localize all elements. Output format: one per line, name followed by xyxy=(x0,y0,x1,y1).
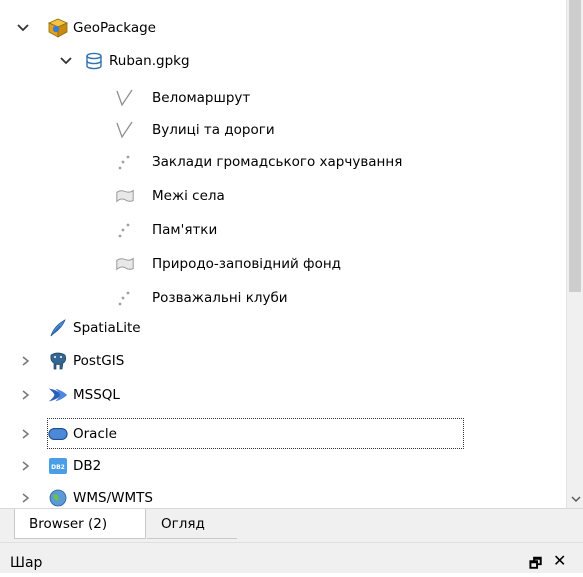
tree-item-layer[interactable]: Межі села xyxy=(0,180,565,212)
tree-item-layer[interactable]: Заклади громадського харчування xyxy=(0,146,565,178)
tree-item-label: Пам'ятки xyxy=(152,222,218,238)
panel-tab-bar: Browser (2) Огляд xyxy=(0,508,583,542)
tree-item-label: GeoPackage xyxy=(73,20,156,36)
scrollbar-thumb[interactable] xyxy=(569,0,581,292)
chevron-right-icon[interactable] xyxy=(16,425,34,443)
tree-item-label: Ruban.gpkg xyxy=(109,53,190,69)
tree-item-layer[interactable]: Природо-заповідний фонд xyxy=(0,248,565,280)
point-layer-icon xyxy=(115,152,135,172)
tree-item-wms-wmts[interactable]: WMS/WMTS xyxy=(0,482,565,508)
chevron-down-icon[interactable] xyxy=(14,19,32,37)
point-layer-icon xyxy=(115,288,135,308)
tree-item-geopackage[interactable]: GeoPackage xyxy=(0,12,565,44)
tree-item-label: Вулиці та дороги xyxy=(152,122,275,138)
tree-item-layer[interactable]: Вулиці та дороги xyxy=(0,114,565,146)
database-icon xyxy=(84,51,104,71)
tree-item-label: PostGIS xyxy=(73,353,125,369)
polygon-layer-icon xyxy=(115,254,135,274)
globe-icon xyxy=(48,488,68,508)
float-window-icon[interactable]: 🗗 xyxy=(529,553,542,577)
db2-icon: DB2 xyxy=(48,456,68,476)
tree-item-postgis[interactable]: PostGIS xyxy=(0,345,565,377)
close-icon[interactable]: ✕ xyxy=(553,551,566,570)
line-layer-icon xyxy=(115,88,135,108)
tree-item-mssql[interactable]: MSSQL xyxy=(0,379,565,411)
tab-overview[interactable]: Огляд xyxy=(147,509,237,539)
tree-item-label: SpatiaLite xyxy=(73,320,141,336)
tree-item-layer[interactable]: Веломаршрут xyxy=(0,82,565,114)
chevron-down-icon[interactable] xyxy=(57,52,75,70)
tree-item-db2[interactable]: DB2 DB2 xyxy=(0,450,565,482)
vertical-scrollbar[interactable] xyxy=(566,0,583,508)
db2-icon-text: DB2 xyxy=(51,464,65,471)
geopackage-icon xyxy=(48,18,68,38)
elephant-icon xyxy=(48,351,68,371)
selection-focus-outline xyxy=(47,418,464,449)
tab-browser[interactable]: Browser (2) xyxy=(14,509,146,539)
chevron-right-icon[interactable] xyxy=(16,386,34,404)
tree-item-label: DB2 xyxy=(73,458,102,474)
chevron-right-icon[interactable] xyxy=(16,457,34,475)
tree-item-label: Розважальні клуби xyxy=(152,290,288,306)
scroll-down-arrow-icon[interactable] xyxy=(567,489,583,508)
polygon-layer-icon xyxy=(115,186,135,206)
tree-item-label: MSSQL xyxy=(73,387,120,403)
dock-title: Шар xyxy=(10,555,43,571)
tree-item-ruban-gpkg[interactable]: Ruban.gpkg xyxy=(0,45,565,77)
feather-icon xyxy=(48,318,68,338)
layer-dock-header: Шар 🗗 ✕ xyxy=(0,542,583,573)
mssql-icon xyxy=(48,385,68,405)
chevron-right-icon[interactable] xyxy=(16,489,34,507)
tree-item-layer[interactable]: Пам'ятки xyxy=(0,214,565,246)
point-layer-icon xyxy=(115,220,135,240)
tree-item-layer[interactable]: Розважальні клуби xyxy=(0,282,565,314)
line-layer-icon xyxy=(115,120,135,140)
tree-item-spatialite[interactable]: SpatiaLite xyxy=(0,312,565,344)
tree-item-label: Межі села xyxy=(152,188,225,204)
chevron-right-icon[interactable] xyxy=(16,352,34,370)
tree-item-label: Веломаршрут xyxy=(152,90,251,106)
tree-item-label: Природо-заповідний фонд xyxy=(152,256,341,272)
browser-tree[interactable]: GeoPackage Ruban.gpkg Веломаршрут Вулиці… xyxy=(0,0,565,508)
tree-item-label: Заклади громадського харчування xyxy=(152,154,403,170)
tree-item-label: WMS/WMTS xyxy=(73,490,153,506)
